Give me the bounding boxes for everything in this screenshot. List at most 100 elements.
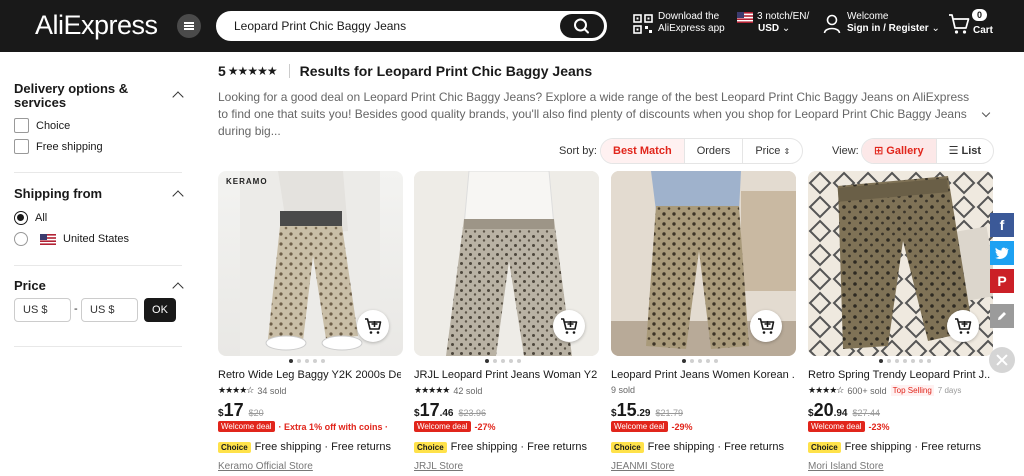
deal-row: Welcome deal -23% (808, 421, 890, 432)
sold-count: 34 sold (257, 385, 287, 396)
product-title[interactable]: Leopard Print Jeans Women Korean ... (611, 369, 794, 381)
product-title[interactable]: Retro Wide Leg Baggy Y2K 2000s De... (218, 369, 401, 381)
min-price-input[interactable]: US $ (14, 298, 71, 322)
sort-price-button[interactable]: Price ⇕ (743, 139, 802, 163)
product-image[interactable] (414, 171, 599, 356)
brand-overlay: KERAMO (226, 177, 268, 186)
results-heading: 5 ★★★★★ Results for Leopard Print Chic B… (218, 63, 592, 79)
chevron-up-icon[interactable] (172, 190, 184, 202)
product-rating-row: ★★★★☆ 600+ sold Top Selling 7 days (808, 385, 961, 396)
download-line-2: AliExpress app (658, 23, 725, 34)
download-app-link[interactable]: Download the AliExpress app (658, 11, 725, 35)
results-title: Results for Leopard Print Chic Baggy Jea… (299, 63, 593, 79)
product-rating-row: ★★★★☆ 34 sold (218, 385, 286, 396)
add-to-cart-button[interactable] (553, 310, 585, 342)
product-image[interactable]: KERAMO (218, 171, 403, 356)
cart-label[interactable]: Cart (973, 25, 993, 37)
choice-badge: Choice (414, 441, 447, 453)
ship-from-all-radio[interactable] (14, 211, 28, 225)
top-header: AliExpress Download the AliExpress app (0, 0, 1024, 52)
product-title[interactable]: JRJL Leopard Print Jeans Woman Y2k... (414, 369, 597, 381)
menu-icon[interactable] (177, 14, 201, 38)
close-share-panel-button[interactable] (989, 347, 1015, 373)
image-carousel-dots[interactable] (289, 359, 325, 363)
store-link[interactable]: JRJL Store (414, 461, 463, 472)
sort-arrows-icon: ⇕ (783, 147, 791, 156)
rating-stars: ★★★★★ (227, 64, 278, 78)
ship-from-all-option[interactable]: All (14, 211, 47, 225)
search-input[interactable] (234, 19, 554, 33)
sort-price-label: Price (755, 145, 781, 157)
search-button[interactable] (560, 14, 604, 38)
user-icon[interactable] (823, 14, 841, 34)
product-rating-row: 9 sold (611, 385, 635, 395)
product-title[interactable]: Retro Spring Trendy Leopard Print J... (808, 369, 991, 381)
discount-text: · Extra 1% off with coins · (278, 421, 389, 432)
search-bar (216, 11, 607, 41)
sort-orders-button[interactable]: Orders (685, 139, 744, 163)
store-link[interactable]: Keramo Official Store (218, 461, 313, 472)
price-decimal: .94 (833, 408, 848, 419)
store-link[interactable]: JEANMI Store (611, 461, 674, 472)
welcome-deal-badge: Welcome deal (611, 421, 668, 432)
delivery-title-line-2: services (14, 95, 67, 110)
edit-share-button[interactable] (990, 304, 1014, 328)
add-to-cart-button[interactable] (947, 310, 979, 342)
discount-text: -29% (671, 421, 693, 432)
image-carousel-dots[interactable] (879, 359, 931, 363)
region-currency-selector[interactable]: 3 notch/EN/ USD ⌄ (737, 11, 809, 35)
add-to-cart-button[interactable] (750, 310, 782, 342)
free-shipping-filter[interactable]: Free shipping (14, 139, 103, 154)
max-price-input[interactable]: US $ (81, 298, 138, 322)
search-icon (574, 18, 589, 34)
price-title[interactable]: Price (14, 279, 46, 293)
ship-from-us-radio[interactable] (14, 232, 28, 246)
price-integer: 15 (616, 400, 637, 420)
sign-in-register-link[interactable]: Sign in / Register (847, 23, 929, 34)
gallery-view-label: Gallery (886, 145, 924, 157)
chevron-down-icon: ⌄ (931, 23, 940, 34)
cart-icon[interactable] (948, 13, 970, 35)
shipping-text: Free shipping · Free returns (844, 441, 982, 453)
product-stars: ★★★★★ (414, 385, 450, 395)
choice-badge: Choice (611, 441, 644, 453)
store-link[interactable]: Mori Island Store (808, 461, 884, 472)
image-carousel-dots[interactable] (682, 359, 718, 363)
sort-best-match-button[interactable]: Best Match (601, 139, 685, 163)
list-view-button[interactable]: ☰ List (937, 139, 993, 163)
ship-from-all-label: All (35, 212, 48, 224)
chevron-up-icon[interactable] (172, 91, 184, 103)
price-ok-button[interactable]: OK (144, 298, 176, 322)
qr-code-icon[interactable] (633, 14, 653, 34)
account-menu[interactable]: Welcome Sign in / Register ⌄ (847, 11, 940, 35)
delivery-options-title[interactable]: Delivery options & services (14, 82, 128, 110)
shipping-from-section: Shipping from All United States (14, 173, 184, 266)
choice-filter[interactable]: Choice (14, 118, 70, 133)
aliexpress-logo[interactable]: AliExpress (35, 10, 158, 41)
view-label: View: (832, 145, 859, 157)
pinterest-share-button[interactable]: P (990, 269, 1014, 293)
delivery-title-line-1: Delivery options & (14, 81, 129, 96)
product-rating-row: ★★★★★ 42 sold (414, 385, 482, 396)
facebook-share-button[interactable]: f (990, 213, 1014, 237)
chevron-up-icon[interactable] (172, 282, 184, 294)
price-decimal: .29 (636, 408, 651, 419)
product-price: $17 $20 (218, 400, 264, 421)
free-shipping-checkbox[interactable] (14, 139, 29, 154)
sold-count: 42 sold (453, 385, 483, 396)
gallery-view-button[interactable]: ⊞ Gallery (862, 139, 937, 163)
results-rating: 5 (218, 63, 226, 79)
product-image[interactable] (611, 171, 796, 356)
expand-description-icon[interactable] (981, 108, 991, 118)
image-carousel-dots[interactable] (485, 359, 521, 363)
product-image[interactable] (808, 171, 993, 356)
shipping-row: Choice Free shipping · Free returns (611, 441, 784, 453)
original-price: $20 (248, 408, 264, 418)
sold-count: 9 sold (611, 385, 636, 395)
add-to-cart-button[interactable] (357, 310, 389, 342)
twitter-share-button[interactable]: t (990, 241, 1014, 265)
us-flag-icon (40, 233, 56, 245)
shipping-from-title[interactable]: Shipping from (14, 187, 102, 201)
choice-checkbox[interactable] (14, 118, 29, 133)
ship-from-us-option[interactable]: United States (14, 232, 129, 246)
